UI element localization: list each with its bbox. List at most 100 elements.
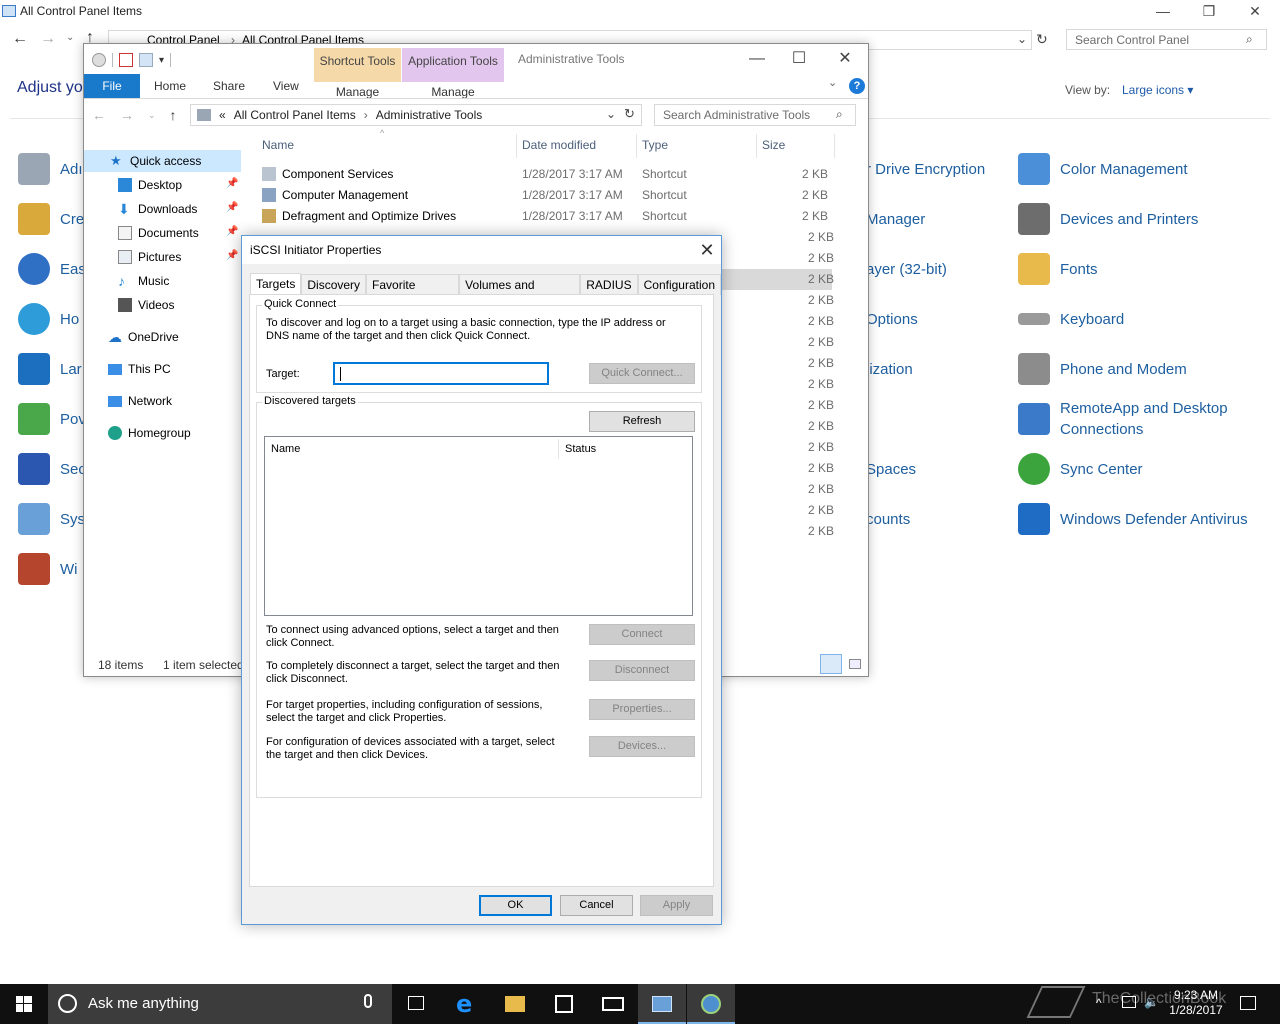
close-button[interactable]: ✕ — [1232, 0, 1278, 24]
details-view-icon[interactable] — [820, 654, 842, 674]
breadcrumb-all-items[interactable]: All Control Panel Items — [234, 108, 356, 122]
tab-configuration[interactable]: Configuration — [637, 274, 721, 295]
search-control-panel-input[interactable]: Search Control Panel — [1066, 29, 1267, 50]
cp-item-sync-center[interactable]: Sync Center — [1018, 446, 1268, 492]
start-button[interactable] — [0, 984, 48, 1024]
restore-button[interactable]: ❐ — [1186, 0, 1232, 24]
nav-music[interactable]: ♪ Music — [118, 270, 169, 292]
up-arrow-icon[interactable]: ↑ — [170, 107, 177, 123]
microphone-icon[interactable] — [364, 994, 372, 1008]
checkmark-icon[interactable] — [119, 53, 133, 67]
file-row[interactable]: Component Services 1/28/2017 3:17 AM Sho… — [256, 164, 832, 185]
tab-file[interactable]: File — [84, 74, 140, 98]
column-type[interactable]: Type — [642, 138, 668, 152]
edge-button[interactable]: e — [442, 984, 490, 1024]
properties-button[interactable]: Properties... — [589, 699, 695, 720]
address-dropdown-icon[interactable]: ⌄ — [606, 107, 616, 121]
cp-item-homegroup[interactable]: Ho — [18, 296, 79, 342]
nav-quick-access[interactable]: ★ Quick access — [84, 150, 241, 172]
back-arrow-icon[interactable]: ← — [92, 107, 106, 123]
tab-favorite-targets[interactable]: Favorite Targets — [366, 274, 460, 312]
tab-manage-shortcut[interactable]: Manage — [314, 82, 401, 102]
close-button[interactable]: ✕ — [694, 238, 720, 262]
cortana-search-box[interactable]: Ask me anything — [48, 984, 392, 1024]
ribbon-expand-icon[interactable]: ⌄ — [828, 76, 837, 89]
disconnect-button[interactable]: Disconnect — [589, 660, 695, 681]
back-arrow-icon[interactable]: ← — [12, 30, 28, 48]
file-row[interactable]: Computer Management 1/28/2017 3:17 AM Sh… — [256, 185, 832, 206]
cp-item-devices-and-printers[interactable]: Devices and Printers — [1018, 196, 1268, 242]
ok-button[interactable]: OK — [479, 895, 552, 916]
quick-connect-button[interactable]: Quick Connect... — [589, 363, 695, 384]
cp-item-keyboard[interactable]: Keyboard — [1018, 296, 1268, 342]
cp-item-language[interactable]: Lar — [18, 346, 82, 392]
minimize-button[interactable]: — — [1140, 0, 1186, 24]
nav-pictures[interactable]: Pictures — [118, 246, 181, 268]
properties-icon[interactable] — [92, 53, 106, 67]
help-icon[interactable]: ? — [849, 78, 865, 94]
cp-item-credential-manager[interactable]: Cre — [18, 196, 84, 242]
cp-item-flash-player[interactable]: ayer (32-bit) — [866, 246, 1026, 292]
tab-home[interactable]: Home — [154, 74, 186, 98]
cp-item-personalization[interactable]: lization — [866, 346, 1026, 392]
refresh-icon[interactable]: ↻ — [624, 106, 635, 122]
target-input[interactable] — [333, 362, 549, 385]
recent-dropdown-icon[interactable]: ⌄ — [66, 32, 74, 43]
task-view-button[interactable] — [392, 984, 440, 1024]
store-button[interactable] — [540, 984, 588, 1024]
column-name[interactable]: Name — [271, 443, 300, 455]
cp-item-security[interactable]: Sec — [18, 446, 86, 492]
refresh-button[interactable]: Refresh — [589, 411, 695, 432]
minimize-button[interactable]: — — [734, 46, 780, 72]
column-size[interactable]: Size — [762, 138, 785, 152]
cp-item-ease-of-access[interactable]: Eas — [18, 246, 86, 292]
cp-item-fonts[interactable]: Fonts — [1018, 246, 1268, 292]
discovered-targets-list[interactable]: Name Status — [264, 436, 693, 616]
large-icons-view-icon[interactable] — [849, 659, 861, 669]
nav-homegroup[interactable]: Homegroup — [108, 422, 191, 444]
explorer-address-bar[interactable]: « All Control Panel Items › Administrati… — [190, 104, 642, 126]
cancel-button[interactable]: Cancel — [560, 895, 633, 916]
new-folder-icon[interactable] — [139, 53, 153, 67]
breadcrumb-admin-tools[interactable]: Administrative Tools — [376, 108, 483, 122]
breadcrumb-overflow[interactable]: « — [219, 108, 226, 122]
cp-item-system[interactable]: Sys — [18, 496, 85, 542]
nav-desktop[interactable]: Desktop — [118, 174, 182, 196]
file-explorer-button[interactable] — [491, 984, 539, 1024]
tab-targets[interactable]: Targets — [250, 273, 302, 295]
nav-network[interactable]: Network — [108, 390, 172, 412]
cp-item-color-management[interactable]: Color Management — [1018, 146, 1268, 192]
view-by-dropdown[interactable]: Large icons ▾ — [1122, 83, 1193, 97]
connect-button[interactable]: Connect — [589, 624, 695, 645]
tab-manage-application[interactable]: Manage — [402, 82, 504, 102]
nav-onedrive[interactable]: ☁ OneDrive — [108, 326, 179, 348]
tab-view[interactable]: View — [273, 74, 299, 98]
nav-downloads[interactable]: ⬇ Downloads — [118, 198, 197, 220]
cp-item-windows-firewall[interactable]: Wi — [18, 546, 78, 592]
cp-item-phone-and-modem[interactable]: Phone and Modem — [1018, 346, 1268, 392]
volume-icon[interactable]: 🔈 — [1144, 995, 1159, 1009]
cp-item-remoteapp[interactable]: RemoteApp and Desktop Connections — [1018, 396, 1268, 442]
devices-button[interactable]: Devices... — [589, 736, 695, 757]
cp-item-device-manager[interactable]: Manager — [866, 196, 1026, 242]
action-center-icon[interactable] — [1240, 996, 1256, 1010]
cp-item-administrative-tools[interactable]: Adı — [18, 146, 83, 192]
search-admin-tools-input[interactable]: Search Administrative Tools — [654, 104, 856, 126]
customize-toolbar-icon[interactable]: ▾ — [159, 55, 164, 66]
show-hidden-icons-icon[interactable]: ^ — [1096, 996, 1102, 1010]
nav-videos[interactable]: Videos — [118, 294, 174, 316]
clock[interactable]: 9:23 AM 1/28/2017 — [1166, 988, 1226, 1018]
maximize-button[interactable]: ☐ — [776, 46, 822, 72]
mail-button[interactable] — [589, 984, 637, 1024]
nav-this-pc[interactable]: This PC — [108, 358, 171, 380]
close-button[interactable]: ✕ — [822, 46, 868, 72]
network-icon[interactable] — [1122, 996, 1136, 1008]
column-date-modified[interactable]: Date modified — [522, 138, 596, 152]
file-row[interactable]: Defragment and Optimize Drives 1/28/2017… — [256, 206, 832, 227]
apply-button[interactable]: Apply — [640, 895, 713, 916]
cp-item-user-accounts[interactable]: counts — [866, 496, 1026, 542]
recent-dropdown-icon[interactable]: ⌄ — [148, 110, 156, 121]
column-name[interactable]: Name — [262, 138, 294, 152]
tab-share[interactable]: Share — [213, 74, 245, 98]
forward-arrow-icon[interactable]: → — [40, 30, 56, 48]
